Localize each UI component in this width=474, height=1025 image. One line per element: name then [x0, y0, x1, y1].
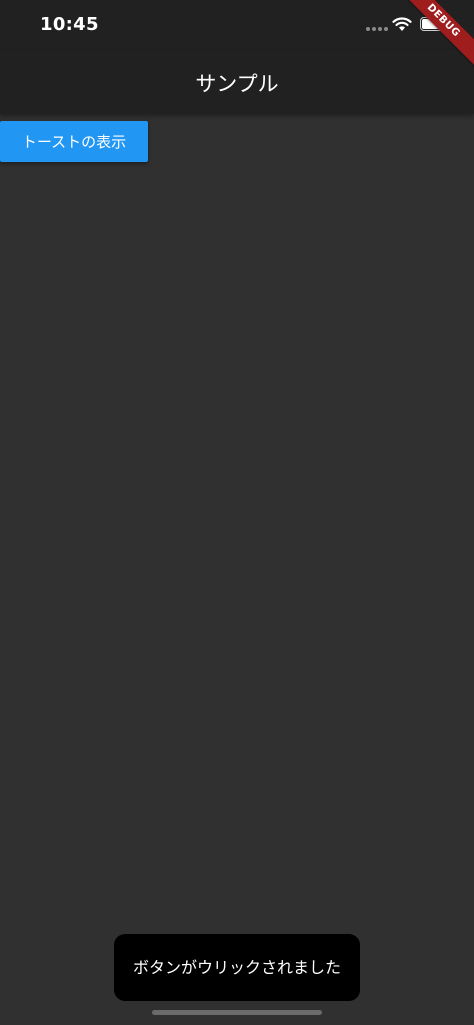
status-time: 10:45 [40, 14, 99, 35]
signal-dots-icon [366, 27, 388, 33]
toast-message: ボタンがウリックされました [114, 934, 360, 1001]
show-toast-button[interactable]: トーストの表示 [0, 121, 148, 162]
app-bar: サンプル [0, 50, 474, 114]
home-indicator [152, 1010, 322, 1015]
wifi-icon [392, 17, 412, 31]
page-title: サンプル [195, 72, 279, 96]
status-bar: 10:45 [0, 0, 474, 50]
